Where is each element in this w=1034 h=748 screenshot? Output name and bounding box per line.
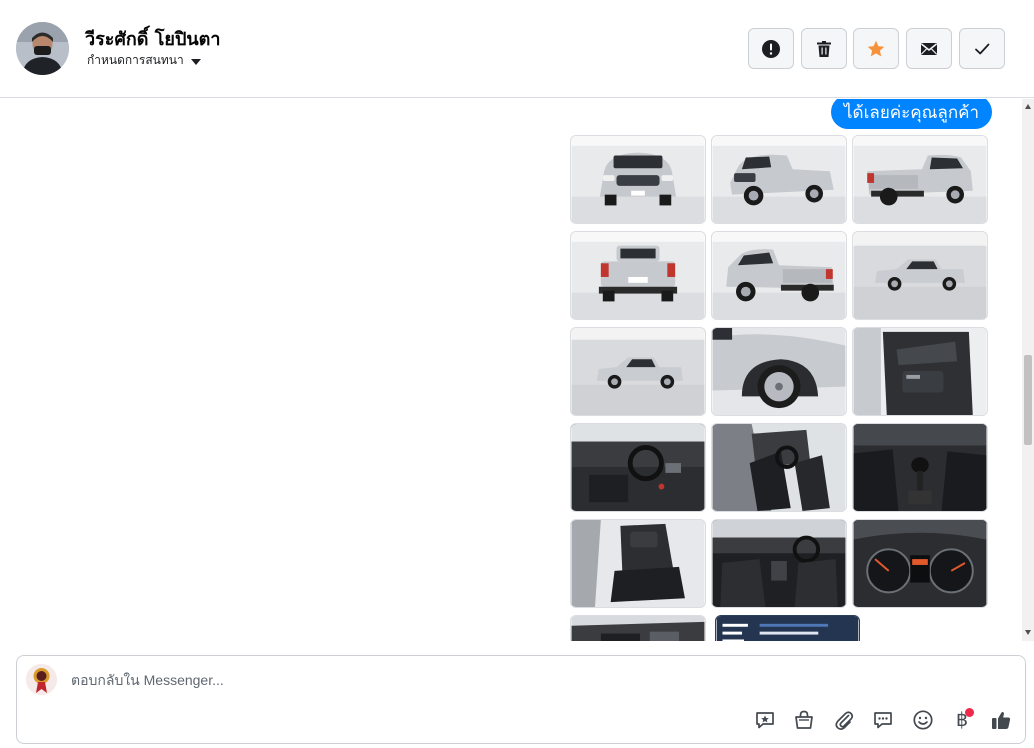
star-icon — [867, 40, 885, 56]
thumbs-up-icon — [992, 711, 1011, 729]
outgoing-message-bubble[interactable]: ได้เลยค่ะคุณลูกค้า — [831, 99, 993, 129]
payment-button[interactable]: ฿ — [949, 707, 975, 733]
exclamation-icon — [762, 39, 780, 58]
car-photo-dashboard[interactable] — [570, 423, 706, 512]
car-photo-side-view[interactable] — [852, 231, 988, 320]
car-photo-side-view-wide[interactable] — [570, 327, 706, 416]
attachment-icon — [835, 711, 854, 730]
assign-conversation-label: กำหนดการสนทนา — [87, 53, 184, 67]
shop-button[interactable] — [791, 707, 817, 733]
notification-dot — [965, 708, 974, 717]
car-photo-interior-overview[interactable] — [711, 519, 847, 608]
mark-done-button[interactable] — [959, 28, 1005, 69]
trash-icon — [817, 40, 831, 57]
car-photo-front-seats[interactable] — [711, 423, 847, 512]
car-photo-front-view[interactable] — [570, 135, 706, 224]
saved-replies-icon — [756, 712, 774, 729]
assign-conversation-dropdown[interactable]: กำหนดการสนทนา — [87, 51, 201, 70]
car-photo-rear-three-quarter[interactable] — [852, 135, 988, 224]
contact-avatar[interactable] — [16, 22, 69, 75]
delete-button[interactable] — [801, 28, 847, 69]
car-photo-front-three-quarter[interactable] — [711, 135, 847, 224]
page-avatar — [26, 664, 57, 695]
car-photo-wheel-closeup[interactable] — [711, 327, 847, 416]
car-photo-spec-sheet[interactable] — [715, 615, 860, 641]
mark-spam-button[interactable] — [748, 28, 794, 69]
scroll-down-arrow-icon[interactable] — [1025, 630, 1031, 635]
emoji-button[interactable] — [910, 707, 936, 733]
car-photo-gear-shifter[interactable] — [852, 423, 988, 512]
car-photo-rear-seats[interactable] — [570, 519, 706, 608]
thread-scrollbar[interactable] — [1022, 99, 1034, 641]
chat-icon — [874, 712, 892, 729]
car-photo-rear-left-three-quarter[interactable] — [711, 231, 847, 320]
reply-composer: ฿ — [16, 655, 1026, 744]
saved-replies-button[interactable] — [752, 707, 778, 733]
emoji-icon — [913, 710, 933, 730]
checkmark-icon — [975, 43, 990, 54]
message-thread[interactable]: ได้เลยค่ะคุณลูกค้า — [0, 99, 1022, 641]
star-button[interactable] — [853, 28, 899, 69]
conversation-panel: วีระศักดิ์ โยปินตา กำหนดการสนทนา ได้เลยค… — [0, 0, 1034, 748]
contact-name: วีระศักดิ์ โยปินตา — [85, 29, 221, 50]
mark-unread-button[interactable] — [906, 28, 952, 69]
attachment-button[interactable] — [831, 707, 857, 733]
scroll-up-arrow-icon[interactable] — [1025, 104, 1031, 109]
like-button[interactable] — [988, 707, 1014, 733]
reply-input[interactable] — [71, 669, 971, 691]
scrollbar-thumb[interactable] — [1024, 355, 1032, 445]
conversation-header: วีระศักดิ์ โยปินตา กำหนดการสนทนา — [0, 0, 1034, 98]
car-photo-engine-bay[interactable] — [570, 615, 706, 641]
envelope-icon — [921, 42, 937, 55]
caret-down-icon — [190, 58, 201, 65]
shop-icon — [795, 710, 813, 729]
chat-button[interactable] — [870, 707, 896, 733]
car-photo-door-panel[interactable] — [852, 327, 988, 416]
car-photo-rear-view[interactable] — [570, 231, 706, 320]
car-photo-instrument-cluster[interactable] — [852, 519, 988, 608]
